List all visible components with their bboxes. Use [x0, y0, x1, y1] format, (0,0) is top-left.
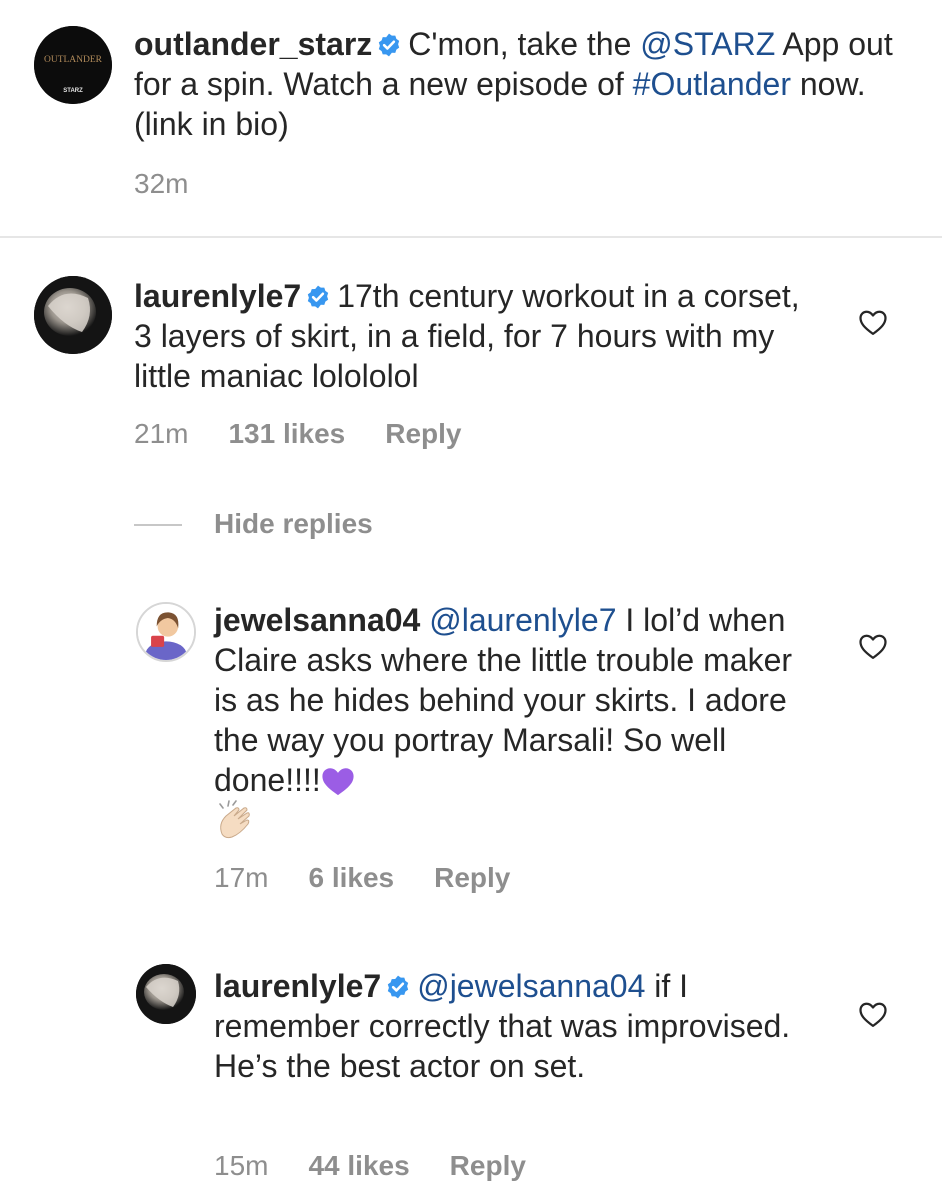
verified-badge-icon: [388, 975, 409, 999]
comment-meta: 21m 131 likes Reply: [134, 418, 462, 450]
like-heart-icon[interactable]: [858, 1000, 888, 1028]
reply-time: 17m: [214, 862, 269, 893]
reply-avatar[interactable]: [136, 964, 196, 1024]
purple-heart-icon: [322, 768, 354, 796]
post-meta: 32m: [134, 168, 188, 200]
like-heart-icon[interactable]: [858, 632, 888, 660]
comment-reply-button[interactable]: Reply: [385, 418, 461, 450]
hide-replies-button[interactable]: Hide replies: [214, 508, 373, 540]
bitmoji-avatar: [138, 604, 194, 660]
outlander-logo: OUTLANDER STARZ: [34, 26, 112, 104]
comment-avatar[interactable]: [34, 276, 112, 354]
reply-reply-button[interactable]: Reply: [434, 862, 510, 894]
verified-badge-icon: [308, 285, 329, 309]
reply-mention-link[interactable]: @laurenlyle7: [429, 602, 616, 638]
reply-likes[interactable]: 44 likes: [308, 1150, 409, 1182]
hide-replies-line: [134, 524, 182, 526]
reply-body: laurenlyle7 @jewelsanna04 if I remember c…: [214, 966, 814, 1086]
post-caption: outlander_starz C'mon, take the @STARZ Ap…: [134, 24, 894, 144]
post-avatar[interactable]: OUTLANDER STARZ: [34, 26, 112, 104]
reply-meta: 15m 44 likes Reply: [214, 1150, 526, 1182]
verified-badge-icon: [379, 33, 400, 57]
reply-meta: 17m 6 likes Reply: [214, 862, 510, 894]
clapping-hands-icon: [219, 800, 250, 839]
reply-avatar[interactable]: [136, 602, 196, 662]
comment-username[interactable]: laurenlyle7: [134, 278, 301, 314]
reply-likes[interactable]: 6 likes: [308, 862, 394, 894]
avatar-photo: [136, 964, 196, 1024]
avatar-photo: [34, 276, 112, 354]
comment-time: 21m: [134, 418, 189, 449]
post-username[interactable]: outlander_starz: [134, 26, 372, 62]
caption-text-1: C'mon, take the: [408, 26, 641, 62]
comment-body: laurenlyle7 17th century workout in a cor…: [134, 276, 814, 396]
reply-mention-link[interactable]: @jewelsanna04: [417, 968, 645, 1004]
mention-link[interactable]: @STARZ: [640, 26, 775, 62]
reply-time: 15m: [214, 1150, 269, 1181]
avatar-logo-text: OUTLANDER: [44, 55, 103, 65]
post-time: 32m: [134, 168, 189, 199]
comment-likes[interactable]: 131 likes: [228, 418, 345, 450]
reply-username[interactable]: jewelsanna04: [214, 602, 420, 638]
reply-body: jewelsanna04 @laurenlyle7 I lol’d when C…: [214, 600, 814, 843]
like-heart-icon[interactable]: [858, 308, 888, 336]
reply-username[interactable]: laurenlyle7: [214, 968, 381, 1004]
hashtag-link[interactable]: #Outlander: [633, 66, 791, 102]
divider: [0, 236, 942, 238]
reply-reply-button[interactable]: Reply: [450, 1150, 526, 1182]
avatar-sub-text: STARZ: [63, 88, 83, 94]
